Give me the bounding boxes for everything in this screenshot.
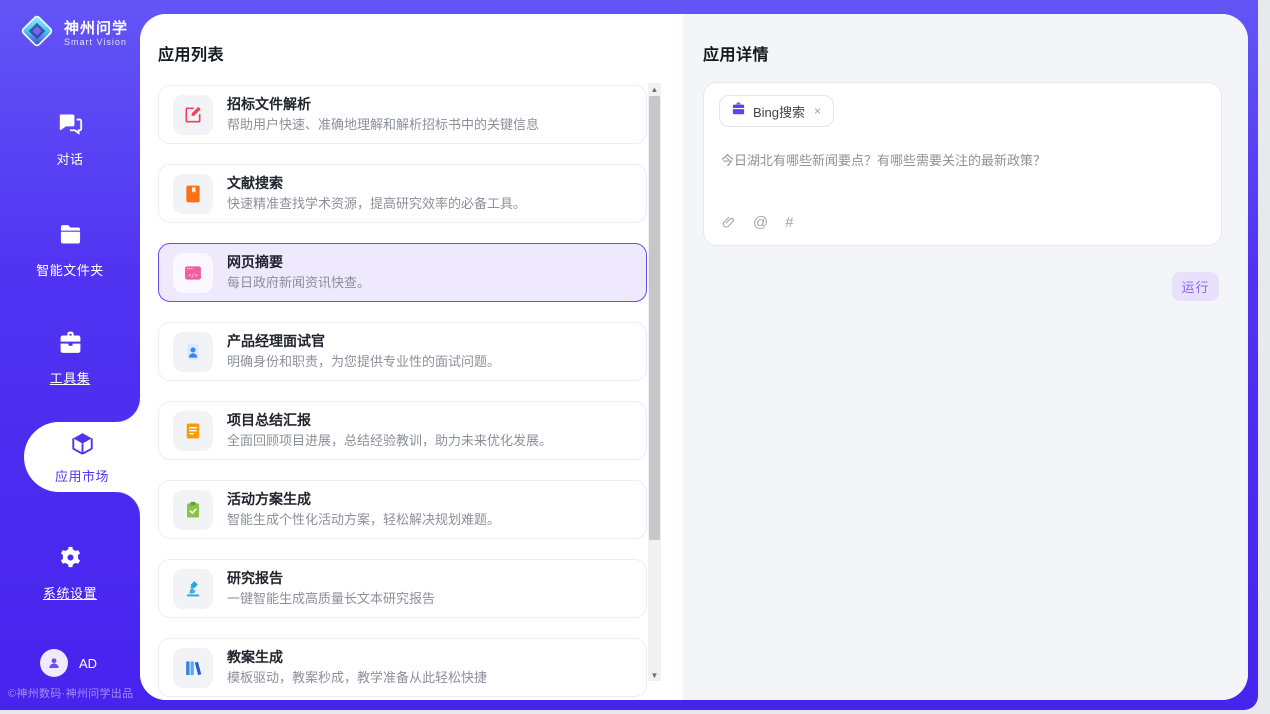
app-cards: 招标文件解析 帮助用户快速、准确地理解和解析招标书中的关键信息 文献搜索 快速精… [158,85,647,700]
app-card-bid-analysis[interactable]: 招标文件解析 帮助用户快速、准确地理解和解析招标书中的关键信息 [158,85,647,144]
app-card-desc: 每日政府新闻资讯快查。 [227,274,370,292]
sidebar-item-label: 智能文件夹 [36,260,104,279]
cube-icon [69,430,96,462]
app-card-title: 招标文件解析 [227,95,539,114]
at-icon[interactable]: @ [753,214,768,231]
sidebar: 神州问学 Smart Vision 对话 智能文件夹 [0,0,140,710]
prompt-input[interactable]: 今日湖北有哪些新闻要点？有哪些需要关注的最新政策？ [721,151,1205,170]
hash-icon[interactable]: # [785,214,793,231]
app-card-desc: 模板驱动，教案秒成，教学准备从此轻松快捷 [227,669,487,687]
app-card-desc: 一键智能生成高质量长文本研究报告 [227,590,435,608]
app-card-event-plan[interactable]: 活动方案生成 智能生成个性化活动方案，轻松解决规划难题。 [158,480,647,539]
copyright-note: ©神州数码·神州问学出品 [8,685,148,701]
app-card-desc: 明确身份和职责，为您提供专业性的面试问题。 [227,353,500,371]
app-card-title: 教案生成 [227,648,487,667]
book-icon [173,174,213,214]
sidebar-item-label: 对话 [56,149,83,168]
app-card-title: 文献搜索 [227,174,526,193]
app-card-desc: 帮助用户快速、准确地理解和解析招标书中的关键信息 [227,116,539,134]
app-card-lesson-plan[interactable]: 教案生成 模板驱动，教案秒成，教学准备从此轻松快捷 [158,638,647,697]
app-list-title: 应用列表 [140,14,683,65]
sidebar-item-smart-folder[interactable]: 智能文件夹 [0,221,140,279]
brand-name: 神州问学 [64,20,128,37]
svg-text:</>: </> [188,272,199,278]
scrollbar-thumb[interactable] [649,96,660,540]
scroll-down-arrow[interactable]: ▼ [648,669,661,681]
sidebar-item-settings[interactable]: 系统设置 [0,544,140,602]
run-row: 运行 [1172,272,1219,301]
microscope-icon [173,569,213,609]
chat-icon [57,110,84,142]
briefcase-icon [731,101,746,121]
user-name: AD [79,656,97,671]
memo-icon [173,411,213,451]
app-card-desc: 快速精准查找学术资源，提高研究效率的必备工具。 [227,195,526,213]
toolbox-icon [57,329,84,361]
sidebar-item-label: 应用市场 [55,466,109,485]
brand-logo: 神州问学 Smart Vision [18,12,128,55]
app-detail-title: 应用详情 [683,14,1248,65]
app-list-panel: 应用列表 招标文件解析 帮助用户快速、准确地理解和解析招标书中的关键信息 [140,14,683,700]
user-chip[interactable]: AD [40,649,97,677]
app-card-project-summary[interactable]: 项目总结汇报 全面回顾项目进展，总结经验教训，助力未来优化发展。 [158,401,647,460]
scroll-up-arrow[interactable]: ▲ [648,83,661,95]
app-card-title: 网页摘要 [227,253,370,272]
close-icon[interactable]: × [812,103,823,119]
app-card-research-report[interactable]: 研究报告 一键智能生成高质量长文本研究报告 [158,559,647,618]
composer-toolbar: @ # [721,214,794,231]
app-card-desc: 全面回顾项目进展，总结经验教训，助力未来优化发展。 [227,432,552,450]
app-card-desc: 智能生成个性化活动方案，轻松解决规划难题。 [227,511,500,529]
pen-square-icon [173,95,213,135]
prompt-composer: Bing搜索 × 今日湖北有哪些新闻要点？有哪些需要关注的最新政策？ @ # [703,82,1222,246]
app-card-literature-search[interactable]: 文献搜索 快速精准查找学术资源，提高研究效率的必备工具。 [158,164,647,223]
webpage-code-icon: </> [173,253,213,293]
sidebar-item-app-market[interactable]: 应用市场 [24,422,140,492]
sidebar-item-label: 系统设置 [43,583,97,602]
paperclip-icon[interactable] [721,214,736,231]
app-detail-panel: 应用详情 Bing搜索 × 今日湖北有哪些新闻要点？有哪些需要关注的最新政策？ [683,14,1248,700]
gear-icon [57,544,84,576]
app-card-title: 研究报告 [227,569,435,588]
app-frame: 神州问学 Smart Vision 对话 智能文件夹 [0,0,1258,710]
tool-tag-bing-search[interactable]: Bing搜索 × [719,95,834,127]
run-button[interactable]: 运行 [1172,272,1219,301]
app-card-webpage-summary[interactable]: </> 网页摘要 每日政府新闻资讯快查。 [158,243,647,302]
app-card-title: 活动方案生成 [227,490,500,509]
app-list-scrollbar[interactable]: ▲ ▼ [648,83,661,681]
app-card-title: 产品经理面试官 [227,332,500,351]
brand-subtitle: Smart Vision [64,37,128,48]
clipboard-check-icon [173,490,213,530]
tool-tag-label: Bing搜索 [753,102,805,121]
app-card-pm-interviewer[interactable]: 产品经理面试官 明确身份和职责，为您提供专业性的面试问题。 [158,322,647,381]
diamond-logo-icon [18,12,56,55]
main-content: 应用列表 招标文件解析 帮助用户快速、准确地理解和解析招标书中的关键信息 [140,14,1248,700]
books-icon [173,648,213,688]
sidebar-item-toolset[interactable]: 工具集 [0,329,140,387]
avatar [40,649,68,677]
folder-icon [57,221,84,253]
interview-doc-icon [173,332,213,372]
app-card-title: 项目总结汇报 [227,411,552,430]
sidebar-item-chat[interactable]: 对话 [0,110,140,168]
sidebar-item-label: 工具集 [50,368,91,387]
